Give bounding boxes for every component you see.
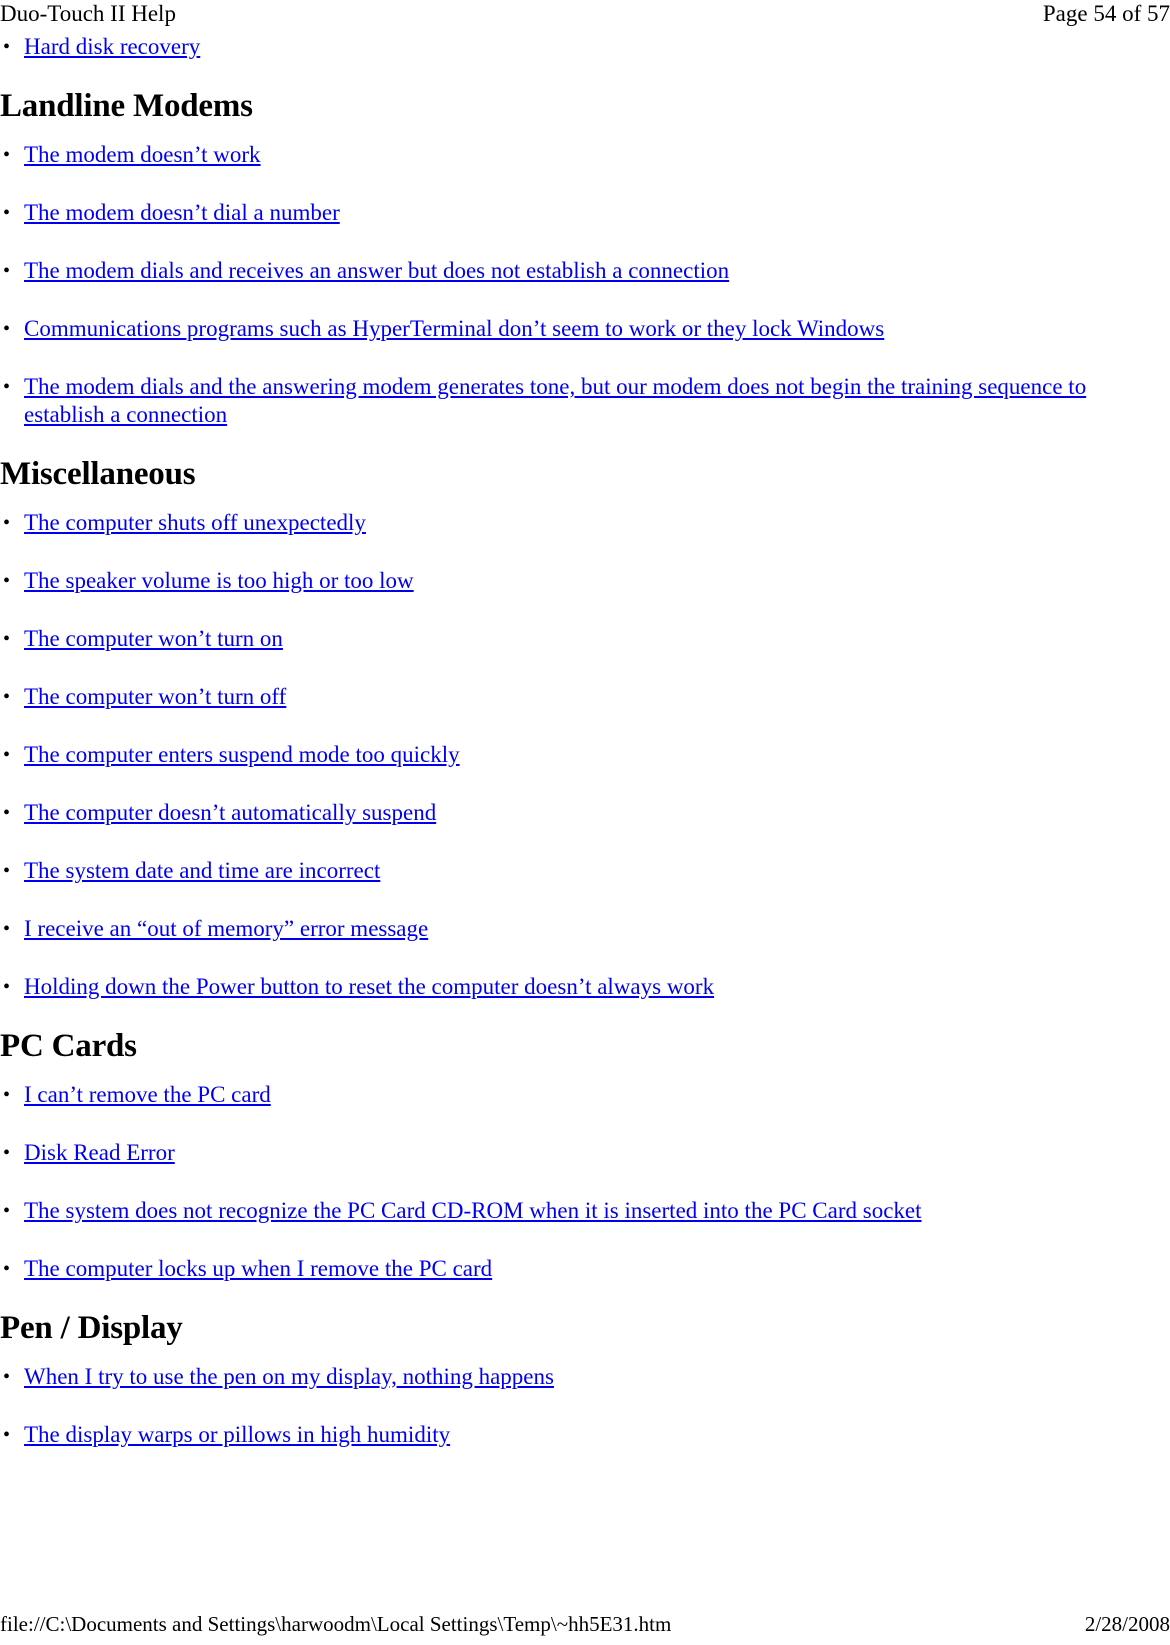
link-speaker-volume-too-high-or-low[interactable]: The speaker volume is too high or too lo… [24,568,414,593]
list-item: Disk Read Error [0,1139,1170,1167]
list-item: The computer enters suspend mode too qui… [0,741,1170,769]
list-item: The modem dials and receives an answer b… [0,257,1170,285]
section-body-pc-cards: I can’t remove the PC card Disk Read Err… [0,1081,1170,1283]
page-content: Hard disk recovery Landline Modems The m… [0,33,1170,1449]
link-modem-doesnt-dial-a-number[interactable]: The modem doesn’t dial a number [24,200,340,225]
list-item: The modem dials and the answering modem … [0,373,1170,429]
link-computer-locks-up-remove-pc-card[interactable]: The computer locks up when I remove the … [24,1256,492,1281]
link-hard-disk-recovery[interactable]: Hard disk recovery [24,34,200,59]
footer-date: 2/28/2008 [1084,1612,1170,1636]
header-title: Duo-Touch II Help [0,1,176,26]
list-item: The modem doesn’t dial a number [0,199,1170,227]
link-list-miscellaneous: The computer shuts off unexpectedly The … [0,509,1170,1001]
section-heading-pen-display: Pen / Display [0,1310,183,1346]
page-header: Duo-Touch II Help Page 54 of 57 [0,0,1170,30]
link-system-not-recognize-pc-card-cdrom[interactable]: The system does not recognize the PC Car… [24,1198,922,1223]
list-item: Hard disk recovery [0,33,1170,61]
link-computer-doesnt-automatically-suspend[interactable]: The computer doesn’t automatically suspe… [24,800,436,825]
link-system-date-and-time-incorrect[interactable]: The system date and time are incorrect [24,858,380,883]
list-item: I can’t remove the PC card [0,1081,1170,1109]
link-list-landline-modems: The modem doesn’t work The modem doesn’t… [0,141,1170,429]
section-body-pen-display: When I try to use the pen on my display,… [0,1363,1170,1449]
intro-link-list: Hard disk recovery [0,33,1170,61]
list-item: Holding down the Power button to reset t… [0,973,1170,1001]
link-computer-shuts-off-unexpectedly[interactable]: The computer shuts off unexpectedly [24,510,366,535]
list-item: The computer locks up when I remove the … [0,1255,1170,1283]
list-item: When I try to use the pen on my display,… [0,1363,1170,1391]
link-computer-wont-turn-on[interactable]: The computer won’t turn on [24,626,283,651]
list-item: The computer won’t turn off [0,683,1170,711]
link-computer-wont-turn-off[interactable]: The computer won’t turn off [24,684,286,709]
list-item: The system does not recognize the PC Car… [0,1197,1170,1225]
link-disk-read-error[interactable]: Disk Read Error [24,1140,175,1165]
link-list-pc-cards: I can’t remove the PC card Disk Read Err… [0,1081,1170,1283]
list-item: I receive an “out of memory” error messa… [0,915,1170,943]
help-page: Duo-Touch II Help Page 54 of 57 Hard dis… [0,0,1170,1645]
link-modem-dials-receives-answer-no-connection[interactable]: The modem dials and receives an answer b… [24,258,729,283]
footer-file-path: file://C:\Documents and Settings\harwood… [0,1612,672,1636]
link-out-of-memory-error-message[interactable]: I receive an “out of memory” error messa… [24,916,428,941]
page-footer: file://C:\Documents and Settings\harwood… [0,1611,1170,1637]
list-item: The computer doesn’t automatically suspe… [0,799,1170,827]
section-body-miscellaneous: The computer shuts off unexpectedly The … [0,509,1170,1001]
list-item: The speaker volume is too high or too lo… [0,567,1170,595]
link-communications-programs-hyperterminal[interactable]: Communications programs such as HyperTer… [24,316,884,341]
list-item: The computer won’t turn on [0,625,1170,653]
link-list-pen-display: When I try to use the pen on my display,… [0,1363,1170,1449]
list-item: The system date and time are incorrect [0,857,1170,885]
section-heading-miscellaneous: Miscellaneous [0,456,196,492]
link-computer-enters-suspend-too-quickly[interactable]: The computer enters suspend mode too qui… [24,742,460,767]
link-pen-on-display-nothing-happens[interactable]: When I try to use the pen on my display,… [24,1364,554,1389]
link-display-warps-or-pillows[interactable]: The display warps or pillows in high hum… [24,1422,450,1447]
header-page-indicator: Page 54 of 57 [1042,1,1170,26]
link-modem-doesnt-work[interactable]: The modem doesn’t work [24,142,261,167]
link-cant-remove-pc-card[interactable]: I can’t remove the PC card [24,1082,271,1107]
list-item: The modem doesn’t work [0,141,1170,169]
list-item: The computer shuts off unexpectedly [0,509,1170,537]
link-holding-power-button-reset[interactable]: Holding down the Power button to reset t… [24,974,714,999]
list-item: Communications programs such as HyperTer… [0,315,1170,343]
section-heading-landline-modems: Landline Modems [0,88,253,124]
section-heading-pc-cards: PC Cards [0,1028,137,1064]
link-modem-dials-answering-modem-training-sequence[interactable]: The modem dials and the answering modem … [24,374,1086,427]
section-body-landline-modems: The modem doesn’t work The modem doesn’t… [0,141,1170,429]
list-item: The display warps or pillows in high hum… [0,1421,1170,1449]
